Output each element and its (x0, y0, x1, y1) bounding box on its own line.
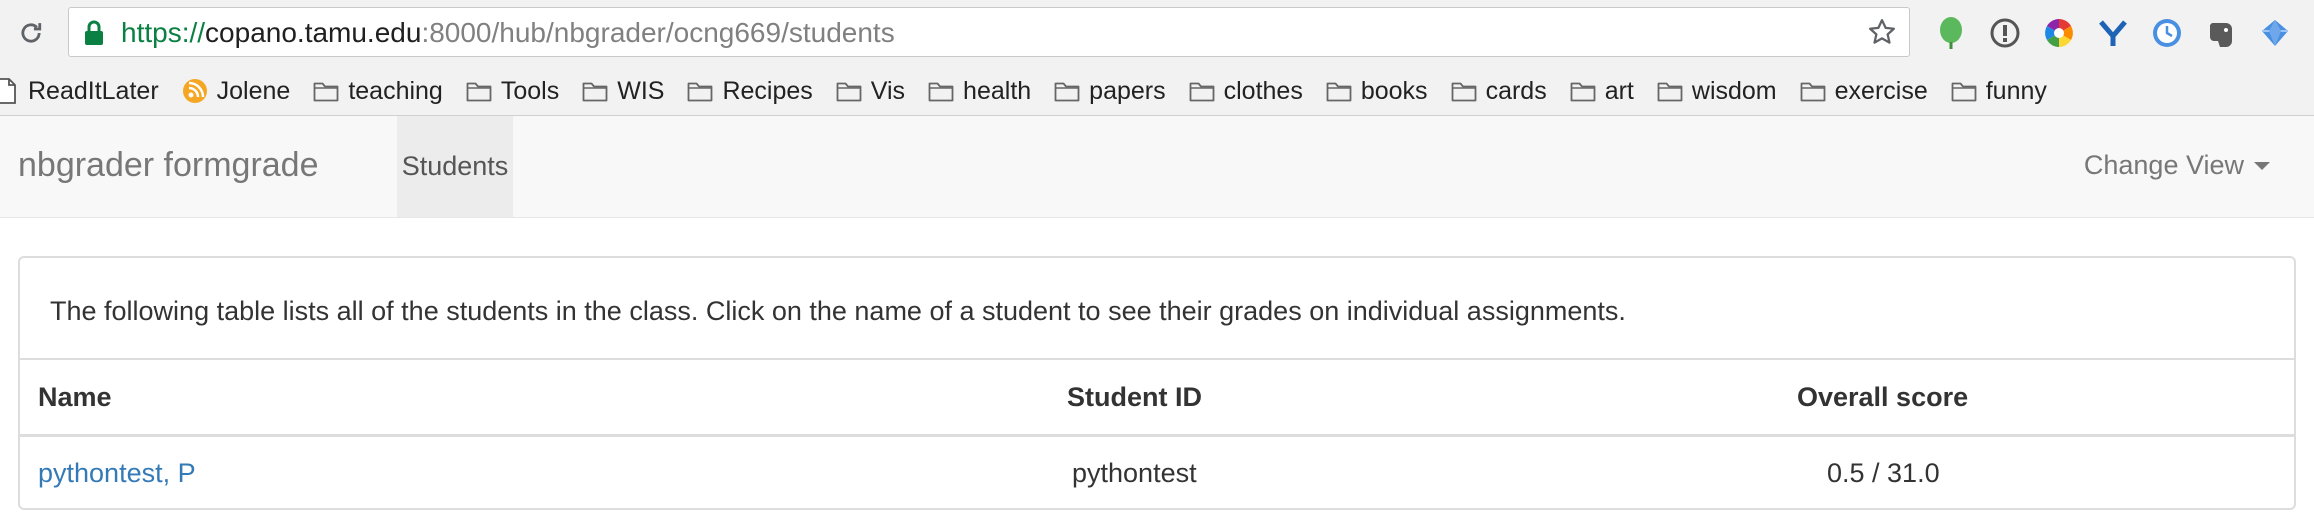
address-bar[interactable]: https://copano.tamu.edu:8000/hub/nbgrade… (68, 7, 1910, 57)
bookmark-label: WIS (617, 76, 665, 105)
column-header-name: Name (38, 382, 112, 412)
folder-icon (312, 79, 340, 103)
student-name-link[interactable]: pythontest, P (38, 458, 196, 489)
folder-icon (1053, 79, 1081, 103)
page-icon (0, 78, 20, 104)
bookmarks-row: ReadItLater Jolene teaching Tools WIS Recip… (0, 72, 2069, 110)
students-panel: The following table lists all of the stu… (18, 256, 2296, 510)
bookmark-label: funny (1985, 76, 2047, 105)
bookmark-jolene[interactable]: Jolene (181, 72, 291, 110)
elephant-icon[interactable] (2202, 14, 2240, 52)
blue-diamond-icon[interactable] (2256, 14, 2294, 52)
panel-body: The following table lists all of the stu… (20, 258, 2294, 360)
student-id-cell: pythontest (1072, 458, 1197, 488)
folder-icon (581, 79, 609, 103)
bookmark-wis[interactable]: WIS (581, 72, 664, 110)
bookmark-label: Tools (500, 76, 560, 105)
green-leaf-icon[interactable] (1932, 14, 1970, 52)
bookmark-label: Recipes (722, 76, 813, 105)
bookmark-clothes[interactable]: clothes (1188, 72, 1303, 110)
bookmark-vis[interactable]: Vis (835, 72, 905, 110)
bookmark-tools[interactable]: Tools (465, 72, 559, 110)
folder-icon (927, 79, 955, 103)
folder-icon (1569, 79, 1597, 103)
lock-icon (83, 20, 105, 46)
url-text[interactable]: https://copano.tamu.edu:8000/hub/nbgrade… (121, 17, 895, 49)
nav-item-students[interactable]: Students (397, 116, 513, 217)
url-host: copano.tamu.edu (205, 17, 422, 48)
folder-icon (835, 79, 863, 103)
column-header-student-id: Student ID (1067, 382, 1202, 412)
bookmark-label: books (1360, 76, 1428, 105)
bookmark-label: art (1604, 76, 1634, 105)
bookmark-cards[interactable]: cards (1450, 72, 1547, 110)
bookmarks-bar: ReadItLater Jolene teaching Tools WIS Recip… (0, 68, 2314, 116)
url-scheme: https:// (121, 17, 206, 48)
reload-icon[interactable] (14, 16, 48, 50)
table-header-divider (20, 434, 2294, 437)
caret-down-icon (2254, 161, 2270, 170)
bookmark-art[interactable]: art (1569, 72, 1634, 110)
clock-icon[interactable] (2148, 14, 2186, 52)
rss-icon (181, 79, 209, 103)
bookmark-recipes[interactable]: Recipes (686, 72, 813, 110)
bookmark-readitlater[interactable]: ReadItLater (0, 72, 159, 110)
bookmark-label: clothes (1223, 76, 1303, 105)
change-view-dropdown[interactable]: Change View (2084, 150, 2270, 181)
bookmark-teaching[interactable]: teaching (312, 72, 443, 110)
navbar: nbgrader formgrade Students Change View (0, 116, 2314, 218)
bookmark-papers[interactable]: papers (1053, 72, 1166, 110)
bookmark-label: cards (1485, 76, 1547, 105)
bookmark-funny[interactable]: funny (1950, 72, 2047, 110)
bookmark-health[interactable]: health (927, 72, 1031, 110)
y-logo-icon[interactable] (2094, 14, 2132, 52)
bookmark-label: papers (1089, 76, 1166, 105)
bookmark-label: health (963, 76, 1032, 105)
change-view-label: Change View (2083, 150, 2244, 180)
bookmark-label: ReadItLater (28, 76, 159, 105)
bookmark-label: Jolene (216, 76, 291, 105)
bookmark-exercise[interactable]: exercise (1799, 72, 1928, 110)
column-header-overall-score: Overall score (1797, 382, 1969, 412)
folder-icon (1799, 79, 1827, 103)
info-circle-icon[interactable] (1986, 14, 2024, 52)
browser-toolbar: https://copano.tamu.edu:8000/hub/nbgrade… (0, 0, 2314, 68)
bookmark-label: exercise (1834, 76, 1928, 105)
bookmark-label: wisdom (1691, 76, 1777, 105)
url-path: :8000/hub/nbgrader/ocng669/students (421, 17, 895, 48)
bookmark-wisdom[interactable]: wisdom (1656, 72, 1777, 110)
overall-score-cell: 0.5 / 31.0 (1827, 458, 1940, 488)
bookmark-books[interactable]: books (1325, 72, 1428, 110)
folder-icon (465, 79, 493, 103)
bookmark-label: teaching (348, 76, 443, 105)
folder-icon (1188, 79, 1216, 103)
color-wheel-icon[interactable] (2040, 14, 2078, 52)
bookmark-label: Vis (870, 76, 906, 105)
folder-icon (1950, 79, 1978, 103)
bookmark-star-icon[interactable] (1865, 15, 1899, 49)
folder-icon (686, 79, 714, 103)
intro-text: The following table lists all of the stu… (50, 296, 1626, 326)
navbar-brand[interactable]: nbgrader formgrade (18, 146, 319, 185)
folder-icon (1656, 79, 1684, 103)
folder-icon (1325, 79, 1353, 103)
folder-icon (1450, 79, 1478, 103)
